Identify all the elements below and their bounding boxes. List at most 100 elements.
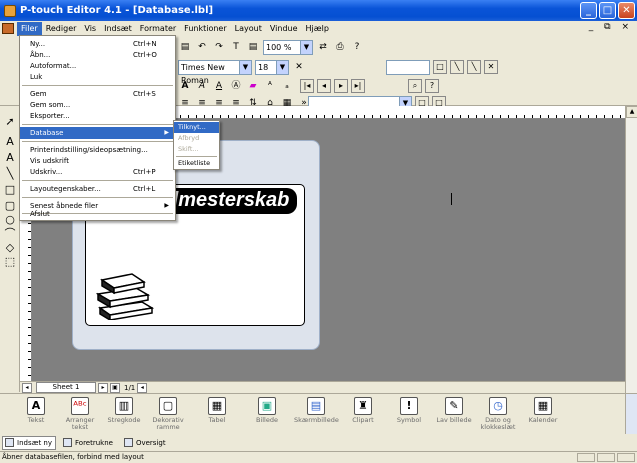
- title-bar: P-touch Editor 4.1 - [Database.lbl] _ □ …: [0, 0, 637, 21]
- select-arrow-icon[interactable]: ➚: [4, 116, 16, 128]
- menu-edit[interactable]: Rediger: [42, 22, 81, 36]
- sheet-prev-icon[interactable]: ◂: [22, 382, 32, 393]
- palette-clipart[interactable]: ♜ Clipart: [341, 397, 385, 424]
- text-cursor: [451, 193, 452, 205]
- palette-frame[interactable]: ▢ Dekorativ ramme: [146, 397, 190, 431]
- underline-a-icon[interactable]: A: [212, 79, 226, 93]
- menu-item-close[interactable]: Luk: [20, 71, 175, 83]
- line-button[interactable]: ╲: [450, 60, 464, 74]
- polygon-tool-icon[interactable]: ◇: [4, 242, 16, 254]
- fit-button[interactable]: □: [433, 60, 447, 74]
- menu-item-layout-properties[interactable]: Layoutegenskaber... Ctrl+L: [20, 183, 175, 195]
- delete-x-button[interactable]: ✕: [484, 60, 498, 74]
- palette-symbol[interactable]: ! Symbol: [387, 397, 431, 424]
- books-clipart-icon[interactable]: [96, 270, 156, 320]
- font-name-select[interactable]: Times New Roman ▼: [178, 59, 252, 85]
- page-icon[interactable]: ▤: [246, 40, 260, 54]
- zoom-select[interactable]: 100 % ▼: [263, 39, 313, 55]
- submenu-item-connect[interactable]: Tilknyt...: [174, 122, 219, 133]
- transfer-icon[interactable]: ⇄: [316, 40, 330, 54]
- tab-insert-new[interactable]: Indsæt ny: [2, 435, 57, 450]
- menu-functions[interactable]: Funktioner: [180, 22, 230, 36]
- menu-insert[interactable]: Indsæt: [100, 22, 136, 36]
- find-button[interactable]: ⌕: [408, 79, 422, 93]
- arc-tool-icon[interactable]: ⌒: [4, 228, 16, 240]
- document-system-icon[interactable]: [2, 23, 14, 34]
- line-tool-icon[interactable]: ╲: [4, 168, 16, 180]
- line2-button[interactable]: ╲: [467, 60, 481, 74]
- menu-item-print[interactable]: Udskriv... Ctrl+P: [20, 166, 175, 178]
- menu-window[interactable]: Vindue: [266, 22, 302, 36]
- menu-separator: [22, 124, 173, 125]
- menu-layout[interactable]: Layout: [231, 22, 266, 36]
- redo-icon[interactable]: ↷: [212, 40, 226, 54]
- sheet-add-icon[interactable]: ▣: [110, 382, 120, 393]
- paste-icon[interactable]: ▤: [178, 40, 192, 54]
- tab-overview[interactable]: Oversigt: [120, 435, 170, 450]
- help-pointer-icon[interactable]: ?: [350, 40, 364, 54]
- palette-text[interactable]: A Tekst: [14, 397, 58, 424]
- menu-bar: Filer Rediger Vis Indsæt Formater Funkti…: [0, 21, 637, 36]
- text-tool-icon[interactable]: T: [229, 40, 243, 54]
- vertical-text-icon[interactable]: A: [4, 152, 16, 164]
- palette-make-image[interactable]: ✎ Lav billede: [432, 397, 476, 424]
- palette-table[interactable]: ▦ Tabel: [195, 397, 239, 424]
- text-a-icon[interactable]: A: [4, 136, 16, 148]
- palette-scrollbar[interactable]: [625, 394, 637, 435]
- last-record-button[interactable]: ▸|: [351, 79, 365, 93]
- table-icon: ▦: [208, 397, 226, 415]
- bold-a-icon[interactable]: A: [178, 79, 192, 93]
- palette-calendar[interactable]: ▦ Kalender: [521, 397, 565, 424]
- submenu-item-disconnect: Afbryd: [178, 134, 200, 142]
- object-name-field[interactable]: [386, 59, 430, 75]
- first-record-button[interactable]: |◂: [300, 79, 314, 93]
- label-text-object[interactable]: dmesterskab: [161, 188, 298, 214]
- status-bar: Åbner databasefilen, forbind med layout: [0, 451, 637, 463]
- close-toolbar-icon[interactable]: ✕: [292, 60, 306, 74]
- submenu-item-label-list[interactable]: Etiketliste: [174, 158, 219, 169]
- maximize-button[interactable]: □: [599, 2, 616, 19]
- minimize-button[interactable]: _: [580, 2, 597, 19]
- palette-barcode[interactable]: ▥ Stregkode: [102, 397, 146, 424]
- help-button[interactable]: ?: [425, 79, 439, 93]
- page-counter: 1/1: [124, 383, 136, 392]
- palette-arrange-text[interactable]: ᴬᴮᶜ Arranger tekst: [58, 397, 102, 431]
- rectangle-tool-icon[interactable]: □: [4, 184, 16, 196]
- undo-icon[interactable]: ↶: [195, 40, 209, 54]
- prev-record-button[interactable]: ◂: [317, 79, 331, 93]
- menu-item-exit[interactable]: Afslut: [20, 208, 175, 220]
- window-title: P-touch Editor 4.1 - [Database.lbl]: [20, 5, 214, 16]
- rounded-rect-tool-icon[interactable]: ▢: [4, 200, 16, 212]
- palette-screenshot[interactable]: ▤ Skærmbillede: [294, 397, 339, 424]
- sheet-next-icon[interactable]: ▸: [98, 382, 108, 393]
- menu-view[interactable]: Vis: [80, 22, 100, 36]
- italic-a-icon[interactable]: A: [195, 79, 209, 93]
- app-icon: [4, 4, 16, 17]
- menu-format[interactable]: Formater: [136, 22, 180, 36]
- ellipse-tool-icon[interactable]: ○: [4, 214, 16, 226]
- font-size-value: 18: [258, 62, 269, 72]
- scroll-up-icon[interactable]: ▲: [626, 106, 637, 118]
- printer-icon[interactable]: ⎙: [333, 40, 347, 54]
- sheet-tab[interactable]: Sheet 1: [36, 382, 96, 393]
- menu-file[interactable]: Filer: [17, 21, 42, 36]
- superscript-icon[interactable]: ᴬ: [263, 79, 277, 93]
- vertical-scrollbar[interactable]: ▲: [625, 106, 637, 393]
- font-size-select[interactable]: 18 ▼: [255, 59, 289, 75]
- palette-date-time[interactable]: ◷ Dato og klokkeslæt: [476, 397, 520, 431]
- palette-image[interactable]: ▣ Billede: [245, 397, 289, 424]
- hscroll-left-icon[interactable]: ◂: [137, 382, 148, 393]
- highlight-icon[interactable]: ▰: [246, 79, 260, 93]
- tab-favorites[interactable]: Foretrukne: [60, 435, 117, 450]
- next-record-button[interactable]: ▸: [334, 79, 348, 93]
- subscript-icon[interactable]: ₐ: [280, 79, 294, 93]
- outline-a-icon[interactable]: Ⓐ: [229, 79, 243, 93]
- mdi-window-buttons[interactable]: _ ⧉ ×: [589, 22, 633, 32]
- menu-help[interactable]: Hjælp: [302, 22, 333, 36]
- frame-tool-icon[interactable]: ⬚: [4, 256, 16, 268]
- close-button[interactable]: ✕: [618, 2, 635, 19]
- menu-item-export[interactable]: Eksporter...: [20, 110, 175, 122]
- image-icon: ▣: [258, 397, 276, 415]
- menu-item-database[interactable]: Database ▶: [20, 127, 175, 139]
- menu-separator: [176, 156, 217, 157]
